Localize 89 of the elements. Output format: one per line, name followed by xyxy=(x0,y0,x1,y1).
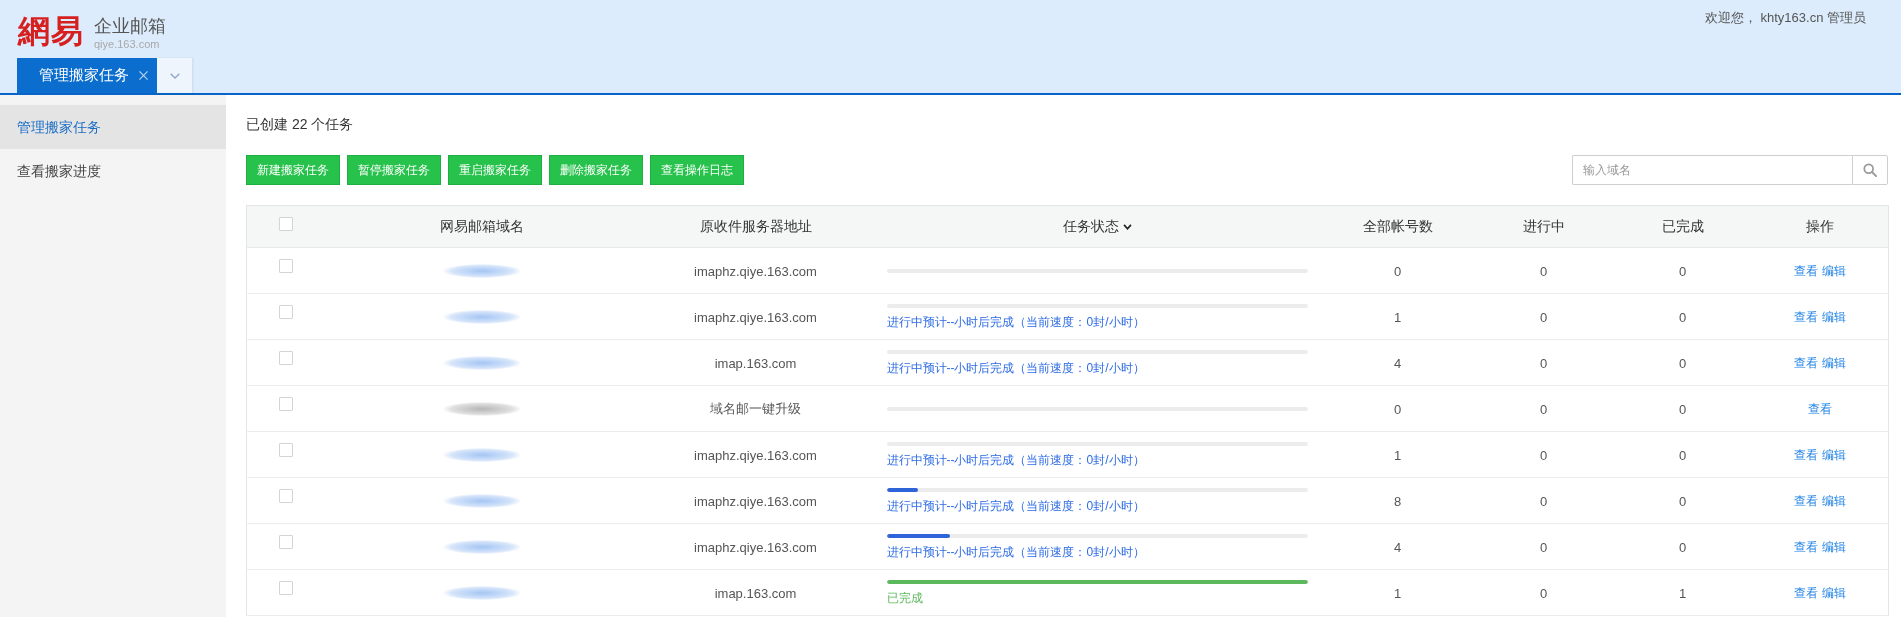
column-header: 任务状态 xyxy=(1062,217,1119,236)
action-link[interactable]: 查看 xyxy=(1794,447,1819,464)
status-text: 进行中预计--小时后完成（当前速度：0封/小时） xyxy=(886,543,1145,560)
toolbar-button[interactable]: 查看操作日志 xyxy=(650,155,744,185)
status-text: 已完成 xyxy=(886,589,923,606)
chevron-down-icon xyxy=(169,72,180,79)
in-progress-count: 0 xyxy=(1539,585,1548,601)
account-count: 1 xyxy=(1393,447,1402,463)
completed-count: 0 xyxy=(1678,539,1687,555)
in-progress-count: 0 xyxy=(1539,447,1548,463)
server-address: imaphz.qiye.163.com xyxy=(694,263,817,279)
server-address: imap.163.com xyxy=(714,355,797,371)
select-all-checkbox[interactable] xyxy=(279,217,294,231)
tab-menu-button[interactable] xyxy=(157,58,192,93)
account-count: 4 xyxy=(1393,355,1402,371)
in-progress-count: 0 xyxy=(1539,493,1548,509)
server-address: imaphz.qiye.163.com xyxy=(694,447,817,463)
action-link[interactable]: 编辑 xyxy=(1822,447,1847,464)
column-header: 全部帐号数 xyxy=(1362,217,1433,236)
status-text: 进行中预计--小时后完成（当前速度：0封/小时） xyxy=(886,313,1145,330)
product-name: 企业邮箱 xyxy=(94,16,166,36)
account-count: 8 xyxy=(1393,493,1402,509)
completed-count: 0 xyxy=(1678,493,1687,509)
account-count: 0 xyxy=(1393,263,1402,279)
action-link[interactable]: 查看 xyxy=(1794,355,1819,372)
account-count: 0 xyxy=(1393,401,1402,417)
completed-count: 0 xyxy=(1678,447,1687,463)
logo-domain: qiye.163.com xyxy=(94,38,161,51)
action-link[interactable]: 编辑 xyxy=(1822,309,1847,326)
row-checkbox[interactable] xyxy=(279,305,294,319)
in-progress-count: 0 xyxy=(1539,355,1548,371)
in-progress-count: 0 xyxy=(1539,309,1548,325)
row-checkbox[interactable] xyxy=(279,489,294,503)
sidebar-item[interactable]: 查看搬家进度 xyxy=(0,149,226,193)
account-count: 1 xyxy=(1393,309,1402,325)
search-icon xyxy=(1863,163,1877,177)
completed-count: 1 xyxy=(1678,585,1687,601)
search-field[interactable]: 输入域名 xyxy=(1572,155,1852,185)
sidebar-item[interactable]: 管理搬家任务 xyxy=(0,105,226,149)
completed-count: 0 xyxy=(1678,263,1687,279)
row-checkbox[interactable] xyxy=(279,259,294,273)
chevron-down-icon[interactable] xyxy=(1122,223,1132,230)
action-link[interactable]: 查看 xyxy=(1794,585,1819,602)
status-text: 进行中预计--小时后完成（当前速度：0封/小时） xyxy=(886,451,1145,468)
toolbar-button[interactable]: 新建搬家任务 xyxy=(246,155,340,185)
server-address: imaphz.qiye.163.com xyxy=(694,309,817,325)
server-address: 域名邮一键升级 xyxy=(710,401,801,416)
task-count-text: 已创建 22 个任务 xyxy=(246,115,355,134)
action-link[interactable]: 编辑 xyxy=(1822,539,1847,556)
toolbar-button[interactable]: 删除搬家任务 xyxy=(549,155,643,185)
action-link[interactable]: 查看 xyxy=(1794,309,1819,326)
completed-count: 0 xyxy=(1678,309,1687,325)
tab[interactable]: 管理搬家任务 xyxy=(17,58,157,93)
server-address: imaphz.qiye.163.com xyxy=(694,493,817,509)
row-checkbox[interactable] xyxy=(279,443,294,457)
in-progress-count: 0 xyxy=(1539,539,1548,555)
status-text: 进行中预计--小时后完成（当前速度：0封/小时） xyxy=(886,497,1145,514)
logo-mark: 網易 xyxy=(18,13,84,49)
status-text: 进行中预计--小时后完成（当前速度：0封/小时） xyxy=(886,359,1145,376)
column-header: 网易邮箱域名 xyxy=(439,217,524,236)
action-link[interactable]: 编辑 xyxy=(1822,263,1847,280)
column-header: 已完成 xyxy=(1661,217,1704,236)
action-link[interactable]: 查看 xyxy=(1808,401,1833,418)
row-checkbox[interactable] xyxy=(279,397,294,411)
account-count: 1 xyxy=(1393,585,1402,601)
row-checkbox[interactable] xyxy=(279,535,294,549)
row-checkbox[interactable] xyxy=(279,581,294,595)
toolbar-button[interactable]: 暂停搬家任务 xyxy=(347,155,441,185)
welcome-text: 欢迎您， khty163.cn 管理员 xyxy=(1704,9,1867,26)
server-address: imaphz.qiye.163.com xyxy=(694,539,817,555)
account-count: 4 xyxy=(1393,539,1402,555)
server-address: imap.163.com xyxy=(714,585,797,601)
action-link[interactable]: 查看 xyxy=(1794,539,1819,556)
in-progress-count: 0 xyxy=(1539,263,1548,279)
action-link[interactable]: 查看 xyxy=(1794,263,1819,280)
completed-count: 0 xyxy=(1678,401,1687,417)
column-header: 原收件服务器地址 xyxy=(699,217,812,236)
action-link[interactable]: 编辑 xyxy=(1822,585,1847,602)
completed-count: 0 xyxy=(1678,355,1687,371)
search-button[interactable] xyxy=(1852,155,1888,185)
action-link[interactable]: 查看 xyxy=(1794,493,1819,510)
toolbar-button[interactable]: 重启搬家任务 xyxy=(448,155,542,185)
in-progress-count: 0 xyxy=(1539,401,1548,417)
action-link[interactable]: 编辑 xyxy=(1822,355,1847,372)
row-checkbox[interactable] xyxy=(279,351,294,365)
action-link[interactable]: 编辑 xyxy=(1822,493,1847,510)
column-header: 进行中 xyxy=(1522,217,1565,236)
close-icon[interactable] xyxy=(139,71,148,80)
column-header: 操作 xyxy=(1806,217,1835,236)
